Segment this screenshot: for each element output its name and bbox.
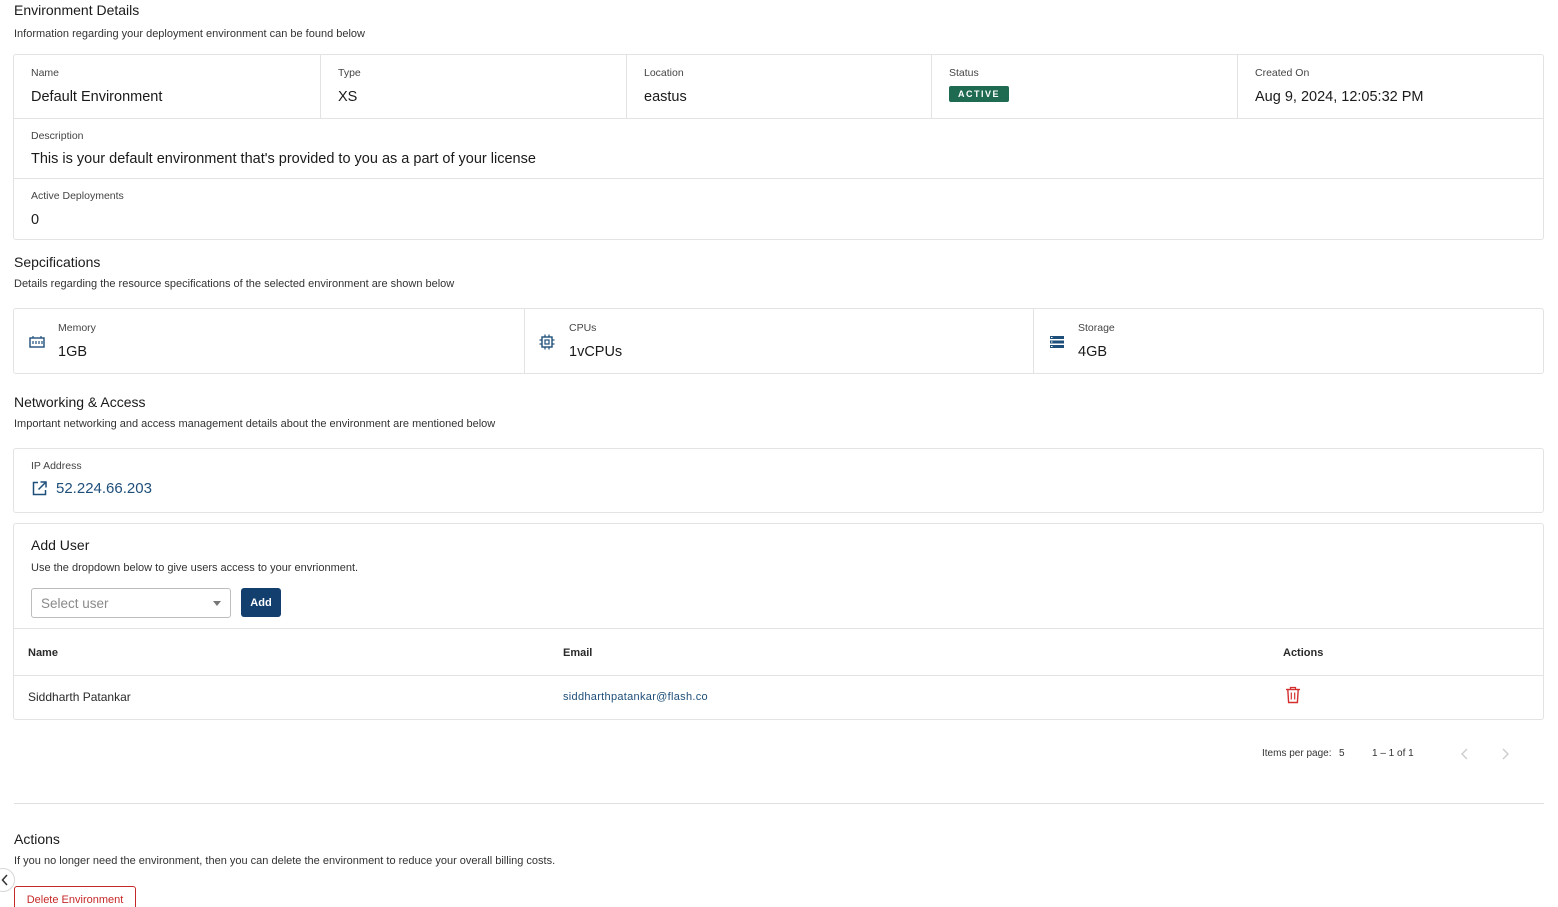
chevron-left-icon (1, 874, 8, 886)
spec-storage-value: 4GB (1078, 344, 1108, 360)
select-user-dropdown[interactable]: Select user (31, 588, 231, 618)
env-status-cell: Status ACTIVE (932, 55, 1238, 119)
environment-description-row: Description This is your default environ… (14, 119, 1543, 179)
actions-subtitle: If you no longer need the environment, t… (14, 855, 556, 867)
env-name-value: Default Environment (31, 89, 163, 105)
select-user-placeholder: Select user (41, 596, 109, 611)
spec-cpus-value: 1vCPUs (569, 344, 623, 360)
environment-details-title: Environment Details (14, 2, 140, 18)
specifications-subtitle: Details regarding the resource specifica… (14, 278, 455, 290)
environment-summary-row: Name Default Environment Type XS Locatio… (14, 55, 1543, 119)
env-type-cell: Type XS (321, 55, 627, 119)
env-created-cell: Created On Aug 9, 2024, 12:05:32 PM (1238, 55, 1543, 119)
env-created-label: Created On (1255, 67, 1310, 79)
spec-memory-cell: Memory 1GB (14, 309, 525, 373)
spec-memory-value: 1GB (58, 344, 88, 360)
env-description-label: Description (31, 130, 84, 142)
spec-storage-label: Storage (1078, 322, 1115, 334)
networking-title: Networking & Access (14, 394, 146, 410)
users-table: Name Email Actions Siddharth Patankar si… (14, 628, 1543, 720)
env-created-value: Aug 9, 2024, 12:05:32 PM (1255, 89, 1424, 105)
ip-address-label: IP Address (31, 460, 82, 472)
spec-cpus-label: CPUs (569, 322, 597, 334)
actions-title: Actions (14, 831, 60, 847)
column-header-email: Email (563, 647, 593, 659)
env-type-label: Type (338, 67, 361, 79)
env-location-value: eastus (644, 89, 687, 105)
specifications-card: Memory 1GB CPUs 1vCPUs Storage 4GB (13, 308, 1544, 374)
active-deployments-label: Active Deployments (31, 190, 124, 202)
collapse-sidebar-button[interactable] (0, 868, 15, 892)
add-user-subtitle: Use the dropdown below to give users acc… (31, 562, 359, 574)
add-user-card: Add User Use the dropdown below to give … (13, 523, 1544, 720)
cpu-icon (539, 334, 555, 350)
table-row: Siddharth Patankar siddharthpatankar@fla… (14, 676, 1543, 720)
previous-page-icon[interactable] (1458, 746, 1472, 762)
storage-icon (1050, 336, 1064, 348)
items-per-page-select[interactable]: 5 (1339, 748, 1345, 759)
items-per-page-label: Items per page: (1262, 748, 1332, 759)
env-location-cell: Location eastus (627, 55, 932, 119)
user-email-cell: siddharthpatankar@flash.co (563, 691, 708, 703)
env-name-label: Name (31, 67, 60, 79)
column-header-name: Name (28, 647, 58, 659)
env-description-value: This is your default environment that's … (31, 151, 536, 167)
env-type-value: XS (338, 89, 358, 105)
next-page-icon[interactable] (1498, 746, 1512, 762)
active-deployments-value: 0 (31, 212, 40, 228)
add-user-button[interactable]: Add (241, 588, 281, 617)
delete-environment-button[interactable]: Delete Environment (14, 886, 136, 907)
paginator-range: 1 – 1 of 1 (1372, 748, 1414, 759)
add-user-title: Add User (31, 537, 90, 553)
external-link-icon (32, 481, 47, 496)
env-status-label: Status (949, 67, 979, 79)
environment-deployments-row: Active Deployments 0 (14, 179, 1543, 241)
ip-address-value[interactable]: 52.224.66.203 (56, 480, 152, 497)
ip-address-link[interactable]: 52.224.66.203 (31, 480, 152, 497)
networking-subtitle: Important networking and access manageme… (14, 418, 496, 430)
section-divider (14, 803, 1544, 804)
status-badge: ACTIVE (949, 86, 1010, 102)
column-header-actions: Actions (1283, 647, 1324, 659)
spec-cpus-cell: CPUs 1vCPUs (525, 309, 1034, 373)
environment-details-card: Name Default Environment Type XS Locatio… (13, 54, 1544, 240)
env-name-cell: Name Default Environment (14, 55, 321, 119)
trash-icon[interactable] (1285, 686, 1301, 704)
environment-details-subtitle: Information regarding your deployment en… (14, 28, 365, 40)
spec-memory-label: Memory (58, 322, 96, 334)
env-location-label: Location (644, 67, 684, 79)
spec-storage-cell: Storage 4GB (1034, 309, 1543, 373)
networking-card: IP Address 52.224.66.203 (13, 448, 1544, 513)
chevron-down-icon (213, 601, 221, 606)
memory-icon (29, 336, 45, 348)
user-name-cell: Siddharth Patankar (28, 690, 131, 704)
table-header-row: Name Email Actions (14, 629, 1543, 676)
specifications-title: Sepcifications (14, 254, 101, 270)
